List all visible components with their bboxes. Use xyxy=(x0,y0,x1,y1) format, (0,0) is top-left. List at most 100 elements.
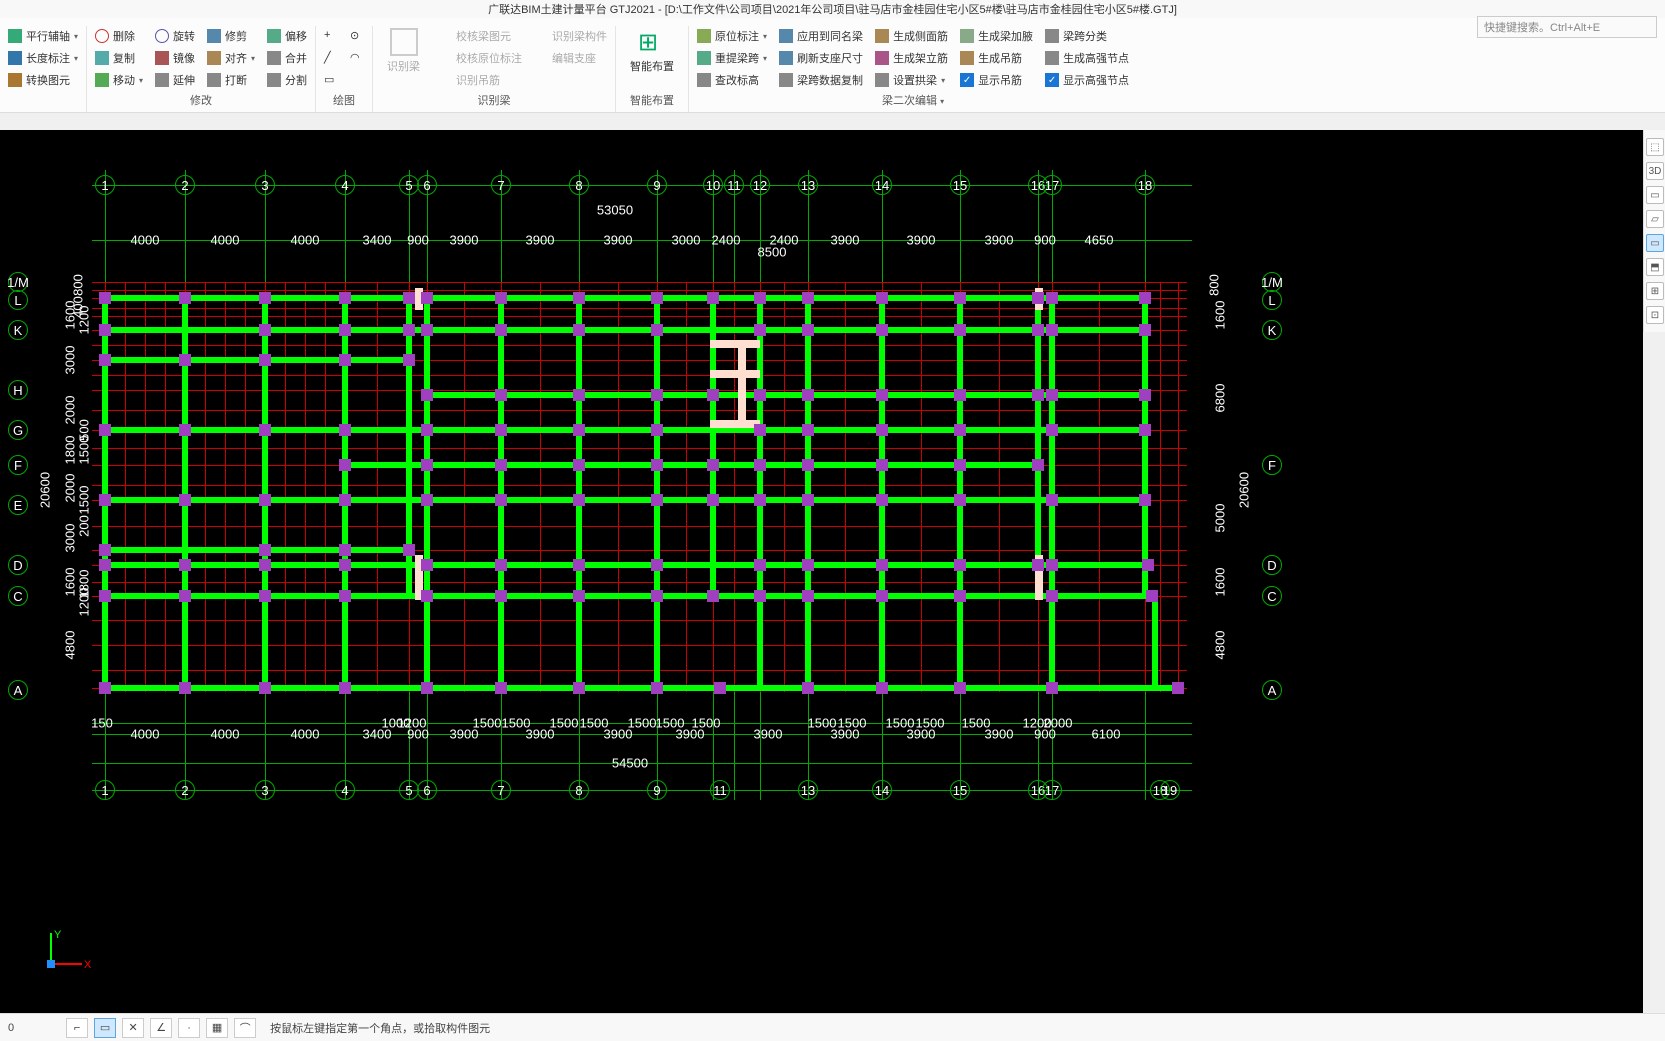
column-node[interactable] xyxy=(179,354,191,366)
column-node[interactable] xyxy=(179,590,191,602)
column-node[interactable] xyxy=(339,559,351,571)
gen-strong-node-btn[interactable]: 生成高强节点 xyxy=(1045,48,1129,68)
column-node[interactable] xyxy=(573,459,585,471)
column-node[interactable] xyxy=(754,459,766,471)
column-node[interactable] xyxy=(876,292,888,304)
column-node[interactable] xyxy=(651,324,663,336)
column-node[interactable] xyxy=(573,682,585,694)
column-node[interactable] xyxy=(954,424,966,436)
column-node[interactable] xyxy=(1139,292,1151,304)
column-node[interactable] xyxy=(179,682,191,694)
search-input[interactable]: 快捷键搜索。Ctrl+Alt+E xyxy=(1477,16,1657,38)
column-node[interactable] xyxy=(259,424,271,436)
orig-label-btn[interactable]: 原位标注▾ xyxy=(697,26,767,46)
column-node[interactable] xyxy=(99,559,111,571)
column-node[interactable] xyxy=(403,354,415,366)
show-stirrup-chk[interactable]: ✓显示吊筋 xyxy=(960,70,1033,90)
line-btn[interactable]: ╱ xyxy=(324,48,338,68)
column-node[interactable] xyxy=(651,590,663,602)
column-node[interactable] xyxy=(99,590,111,602)
column-node[interactable] xyxy=(495,459,507,471)
column-node[interactable] xyxy=(651,494,663,506)
column-node[interactable] xyxy=(651,559,663,571)
move-btn[interactable]: 移动▾ xyxy=(95,70,143,90)
copy-btn[interactable]: 复制 xyxy=(95,48,143,68)
column-node[interactable] xyxy=(99,354,111,366)
offset-btn[interactable]: 偏移 xyxy=(267,26,307,46)
column-node[interactable] xyxy=(1032,324,1044,336)
arc-btn[interactable]: ◠ xyxy=(350,48,364,68)
column-node[interactable] xyxy=(651,292,663,304)
column-node[interactable] xyxy=(573,559,585,571)
column-node[interactable] xyxy=(707,292,719,304)
view-tool-3[interactable]: ▱ xyxy=(1646,210,1664,228)
column-node[interactable] xyxy=(707,389,719,401)
column-node[interactable] xyxy=(403,292,415,304)
column-node[interactable] xyxy=(339,494,351,506)
column-node[interactable] xyxy=(754,292,766,304)
column-node[interactable] xyxy=(876,324,888,336)
column-node[interactable] xyxy=(573,590,585,602)
show-strong-node-chk[interactable]: ✓显示高强节点 xyxy=(1045,70,1129,90)
snap-rect-btn[interactable]: ▭ xyxy=(94,1018,116,1038)
column-node[interactable] xyxy=(421,682,433,694)
column-node[interactable] xyxy=(99,424,111,436)
column-node[interactable] xyxy=(1046,424,1058,436)
view-tool-6[interactable]: ⊞ xyxy=(1646,282,1664,300)
column-node[interactable] xyxy=(1032,292,1044,304)
view-tool-1[interactable]: 3D xyxy=(1646,162,1664,180)
column-node[interactable] xyxy=(495,682,507,694)
column-node[interactable] xyxy=(179,424,191,436)
column-node[interactable] xyxy=(259,544,271,556)
split-btn[interactable]: 分割 xyxy=(267,70,307,90)
point-btn[interactable]: + xyxy=(324,26,338,46)
column-node[interactable] xyxy=(179,494,191,506)
gen-haunch-btn[interactable]: 生成梁加腋 xyxy=(960,26,1033,46)
column-node[interactable] xyxy=(259,682,271,694)
column-node[interactable] xyxy=(99,682,111,694)
column-node[interactable] xyxy=(754,324,766,336)
column-node[interactable] xyxy=(495,590,507,602)
column-node[interactable] xyxy=(421,559,433,571)
column-node[interactable] xyxy=(651,459,663,471)
view-tool-2[interactable]: ▭ xyxy=(1646,186,1664,204)
align-btn[interactable]: 对齐▾ xyxy=(207,48,255,68)
column-node[interactable] xyxy=(259,559,271,571)
gen-erect-rebar-btn[interactable]: 生成架立筋 xyxy=(875,48,948,68)
column-node[interactable] xyxy=(876,389,888,401)
rotate-btn[interactable]: 旋转 xyxy=(155,26,195,46)
column-node[interactable] xyxy=(339,292,351,304)
beam-v[interactable] xyxy=(1142,298,1148,598)
column-node[interactable] xyxy=(339,590,351,602)
column-node[interactable] xyxy=(754,389,766,401)
length-dim-btn[interactable]: 长度标注▾ xyxy=(8,48,78,68)
trim-btn[interactable]: 修剪 xyxy=(207,26,255,46)
column-node[interactable] xyxy=(573,292,585,304)
column-node[interactable] xyxy=(259,354,271,366)
column-node[interactable] xyxy=(876,682,888,694)
column-node[interactable] xyxy=(573,324,585,336)
beam-v[interactable] xyxy=(1035,298,1041,596)
extend-btn[interactable]: 延伸 xyxy=(155,70,195,90)
beam-h[interactable] xyxy=(340,462,1040,468)
column-node[interactable] xyxy=(339,354,351,366)
column-node[interactable] xyxy=(1032,389,1044,401)
column-node[interactable] xyxy=(1142,559,1154,571)
column-node[interactable] xyxy=(179,559,191,571)
column-node[interactable] xyxy=(421,292,433,304)
column-node[interactable] xyxy=(259,324,271,336)
column-node[interactable] xyxy=(573,389,585,401)
break-btn[interactable]: 打断 xyxy=(207,70,255,90)
column-node[interactable] xyxy=(99,494,111,506)
span-class-btn[interactable]: 梁跨分类 xyxy=(1045,26,1129,46)
set-arch-beam-btn[interactable]: 设置拱梁▾ xyxy=(875,70,948,90)
column-node[interactable] xyxy=(802,324,814,336)
column-node[interactable] xyxy=(421,459,433,471)
column-node[interactable] xyxy=(954,292,966,304)
column-node[interactable] xyxy=(259,590,271,602)
column-node[interactable] xyxy=(495,424,507,436)
column-node[interactable] xyxy=(421,494,433,506)
delete-btn[interactable]: 删除 xyxy=(95,26,143,46)
column-node[interactable] xyxy=(1046,292,1058,304)
column-node[interactable] xyxy=(495,559,507,571)
